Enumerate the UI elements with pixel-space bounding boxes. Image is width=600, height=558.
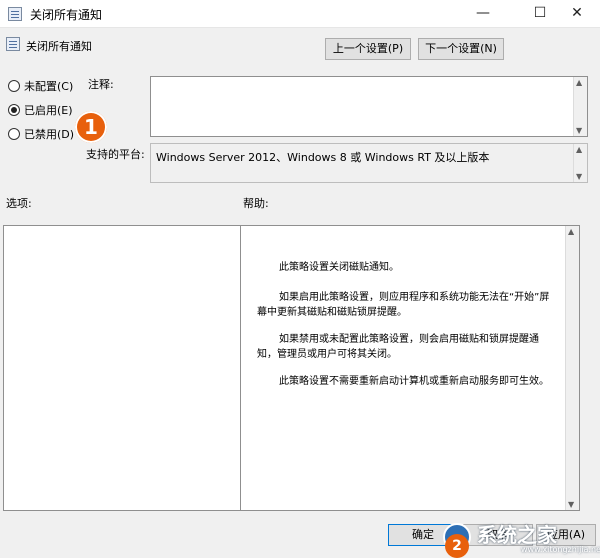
supported-platform-label: 支持的平台: (86, 148, 145, 161)
options-label: 选项: (6, 197, 32, 210)
scroll-up-icon[interactable]: ▲ (576, 145, 582, 154)
minimize-button[interactable]: — (460, 0, 506, 28)
radio-label: 未配置(C) (24, 80, 74, 93)
scroll-down-icon[interactable]: ▼ (576, 172, 582, 181)
policy-icon (8, 7, 22, 21)
comment-scrollbar[interactable]: ▲ ▼ (573, 77, 587, 136)
radio-disabled[interactable]: 已禁用(D) (8, 126, 74, 142)
help-paragraph: 如果启用此策略设置，则应用程序和系统功能无法在“开始”屏幕中更新其磁贴和磁贴锁屏… (257, 292, 550, 318)
comment-textarea[interactable]: ▲ ▼ (150, 76, 588, 137)
scroll-down-icon[interactable]: ▼ (576, 126, 582, 135)
watermark-text: 系统之家 (477, 523, 557, 547)
comment-label: 注释: (88, 78, 114, 91)
supported-platform-value: Windows Server 2012、Windows 8 或 Windows … (156, 151, 490, 164)
help-scrollbar[interactable]: ▲ ▼ (565, 226, 579, 510)
close-button[interactable]: ✕ (554, 0, 600, 28)
scroll-up-icon[interactable]: ▲ (576, 78, 582, 87)
window-title: 关闭所有通知 (30, 8, 103, 22)
help-paragraph: 此策略设置关闭磁贴通知。 (279, 262, 399, 273)
scroll-down-icon[interactable]: ▼ (568, 500, 574, 509)
radio-circle-icon[interactable] (8, 128, 20, 140)
radio-not-configured[interactable]: 未配置(C) (8, 78, 73, 94)
radio-label: 已禁用(D) (24, 128, 75, 141)
radio-selected-icon[interactable] (8, 104, 20, 116)
step-marker-1: 1 (75, 111, 107, 143)
setting-name: 关闭所有通知 (26, 40, 92, 53)
radio-circle-icon[interactable] (8, 80, 20, 92)
supported-platform-field: Windows Server 2012、Windows 8 或 Windows … (150, 143, 588, 183)
help-panel: 此策略设置关闭磁贴通知。 如果启用此策略设置，则应用程序和系统功能无法在“开始”… (240, 225, 580, 511)
scroll-up-icon[interactable]: ▲ (568, 227, 574, 236)
radio-enabled[interactable]: 已启用(E) (8, 102, 73, 118)
platform-scrollbar[interactable]: ▲ ▼ (573, 144, 587, 182)
next-setting-button[interactable]: 下一个设置(N) (418, 38, 504, 60)
help-paragraph: 如果禁用或未配置此策略设置，则会启用磁贴和锁屏提醒通知，管理员或用户可将其关闭。 (257, 334, 539, 360)
title-bar: 关闭所有通知 — ☐ ✕ (0, 0, 600, 28)
watermark-url: www.xitongzhijia.net (521, 545, 600, 554)
help-paragraph: 此策略设置不需要重新启动计算机或重新启动服务即可生效。 (279, 376, 549, 387)
radio-label: 已启用(E) (24, 104, 73, 117)
previous-setting-button[interactable]: 上一个设置(P) (325, 38, 411, 60)
options-panel (3, 225, 261, 511)
step-marker-2: 2 (445, 534, 469, 558)
setting-icon (6, 37, 20, 51)
help-label: 帮助: (243, 197, 269, 210)
